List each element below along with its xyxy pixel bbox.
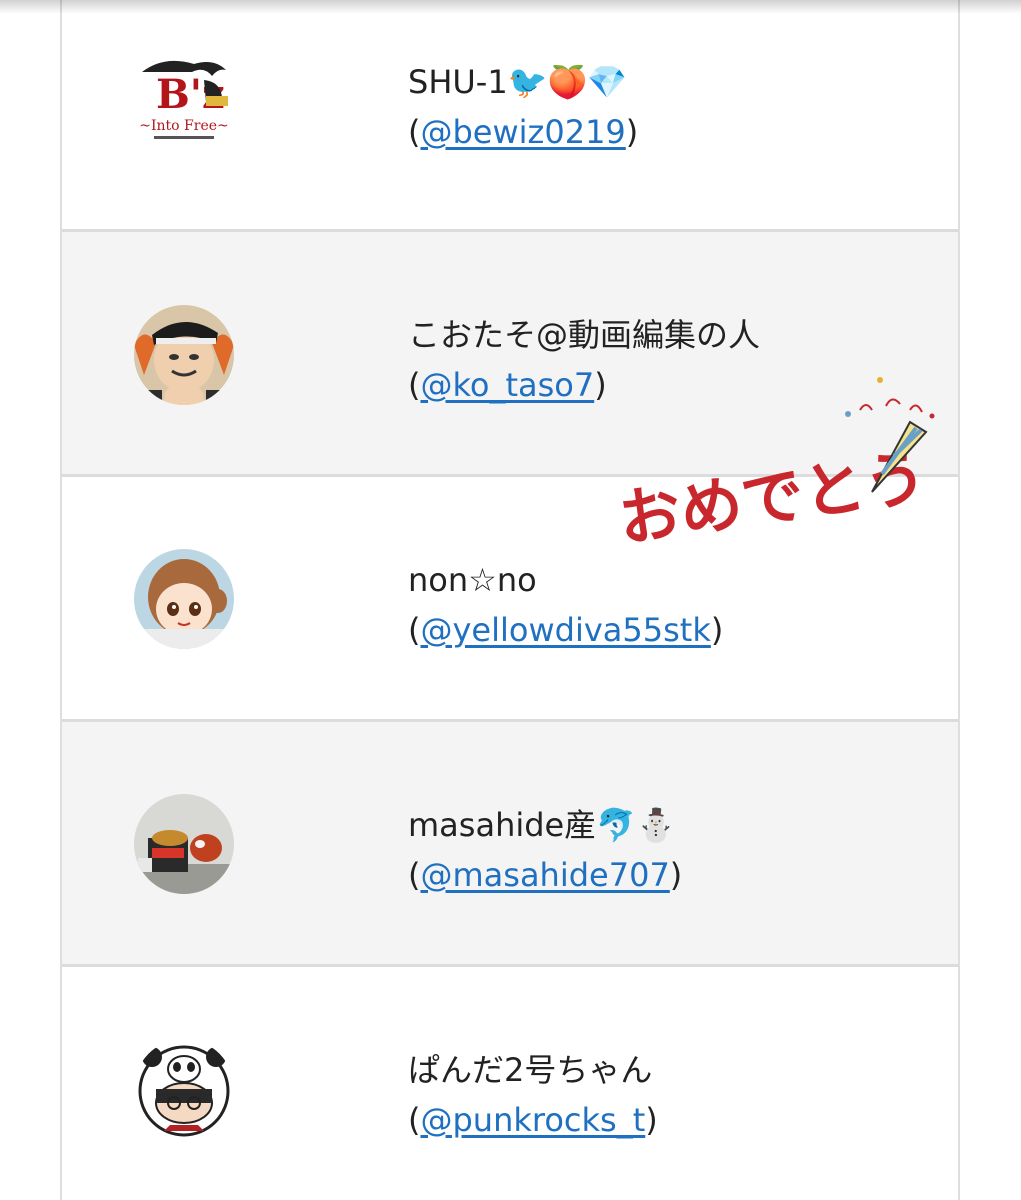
user-display-name: ぱんだ2号ちゃん [408,1051,653,1089]
avatar[interactable] [134,305,234,405]
list-item[interactable]: B'z ~Into Free~ SHU-1🐦🍑💎 (@bewiz0219) [62,0,958,232]
avatar[interactable] [134,794,234,894]
bz-logo-icon: B'z ~Into Free~ [134,50,234,150]
user-handle-link[interactable]: @masahide707 [420,856,669,894]
user-display-name: masahide産🐬⛄ [408,806,676,844]
man-with-cap-icon [134,305,234,405]
merchandise-photo-icon [134,794,234,894]
user-handle-link[interactable]: @yellowdiva55stk [420,611,710,649]
user-info: non☆no (@yellowdiva55stk) [408,555,723,655]
sticker-text: おめでとう [614,441,931,545]
logo-sub-text: ~Into Free~ [139,118,229,134]
list-item[interactable]: ぱんだ2号ちゃん (@punkrocks_t) [62,967,958,1200]
user-info: masahide産🐬⛄ (@masahide707) [408,800,682,900]
list-item[interactable]: masahide産🐬⛄ (@masahide707) [62,722,958,967]
avatar[interactable] [134,1039,234,1139]
user-display-name: non☆no [408,561,537,599]
user-display-name: SHU-1🐦🍑💎 [408,63,628,101]
user-handle-link[interactable]: @ko_taso7 [420,366,594,404]
top-shadow [0,0,1021,14]
user-handle-link[interactable]: @bewiz0219 [420,113,625,151]
user-handle-link[interactable]: @punkrocks_t [420,1101,645,1139]
user-handle: (@bewiz0219) [408,113,639,151]
user-handle: (@punkrocks_t) [408,1101,658,1139]
user-handle: (@yellowdiva55stk) [408,611,724,649]
avatar[interactable]: B'z ~Into Free~ [134,50,234,150]
user-handle: (@masahide707) [408,856,683,894]
celebration-sticker: おめでとう [610,370,940,556]
user-info: SHU-1🐦🍑💎 (@bewiz0219) [408,57,638,157]
page: B'z ~Into Free~ SHU-1🐦🍑💎 (@bewiz0219) こお… [0,0,1021,1200]
avatar[interactable] [134,549,234,649]
user-info: ぱんだ2号ちゃん (@punkrocks_t) [408,1045,658,1145]
user-list: B'z ~Into Free~ SHU-1🐦🍑💎 (@bewiz0219) こお… [60,0,960,1200]
panda-hood-icon [134,1039,234,1139]
anime-girl-icon [134,549,234,649]
party-popper-icon: おめでとう [614,377,935,556]
user-display-name: こおたそ@動画編集の人 [408,316,761,354]
